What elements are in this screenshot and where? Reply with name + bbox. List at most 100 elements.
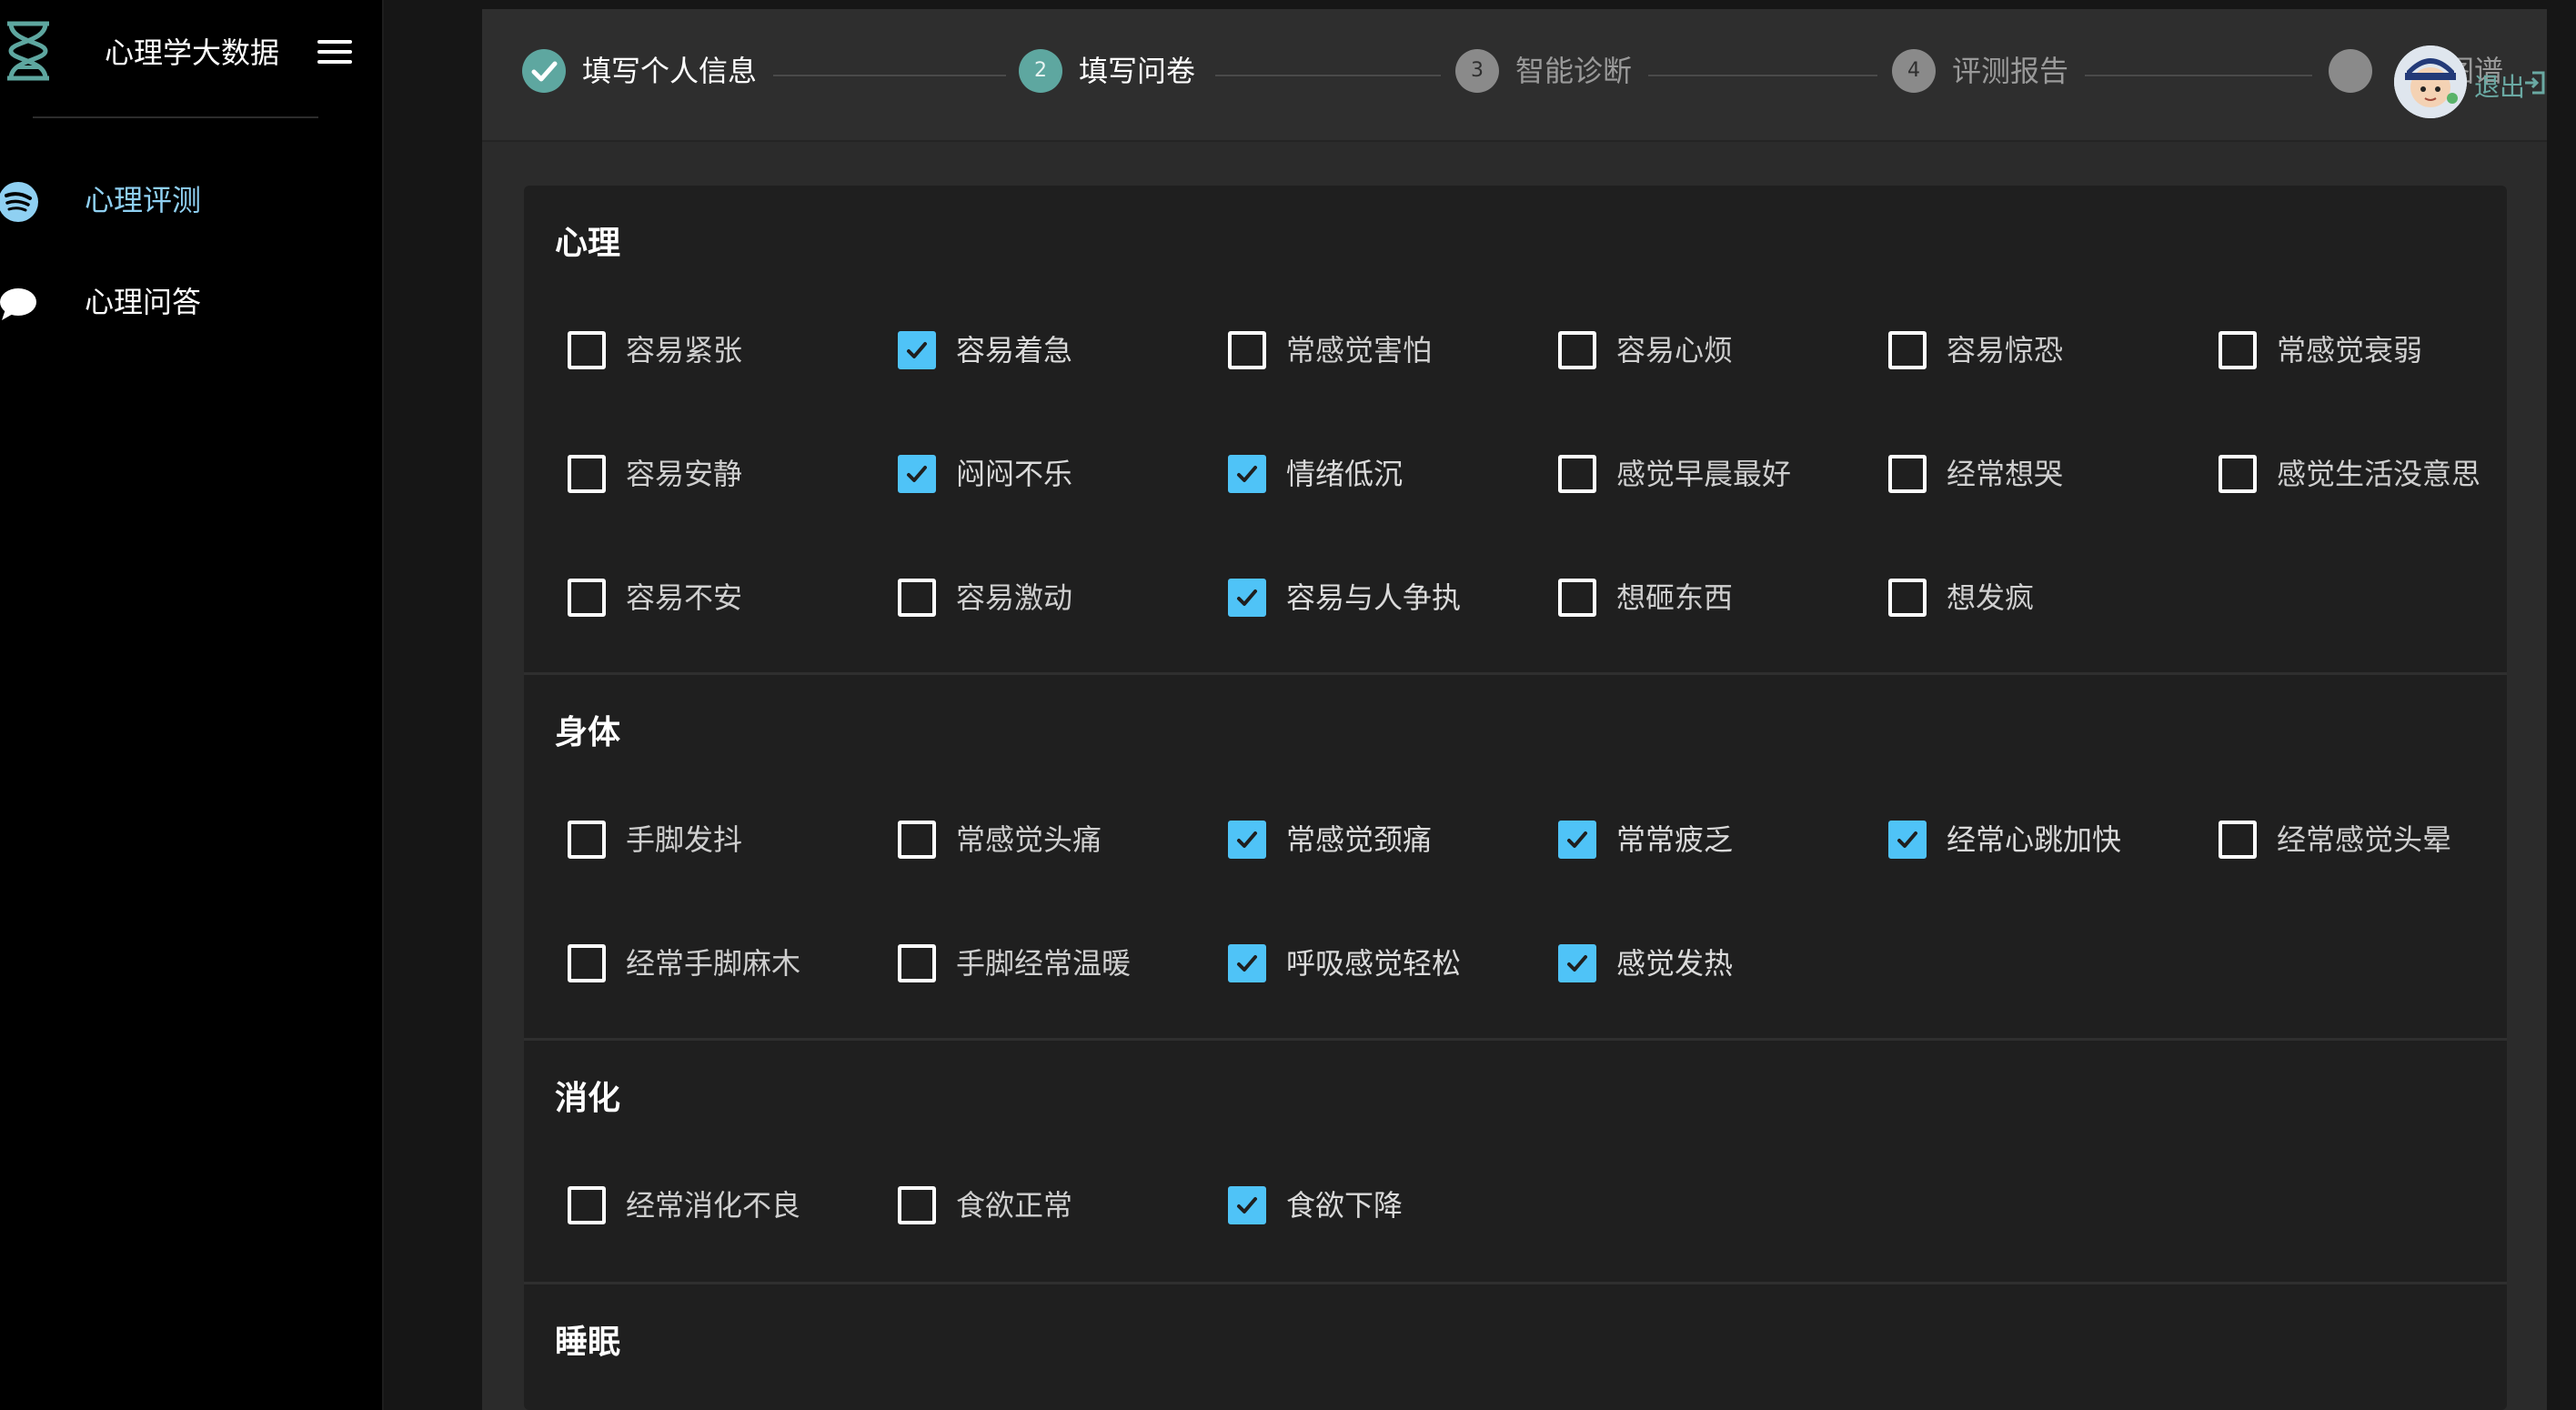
checkbox-checked[interactable]: [1558, 821, 1596, 859]
step-label: 填写个人信息: [582, 54, 758, 88]
checkbox-checked[interactable]: [898, 455, 936, 493]
dna-logo-icon: [7, 21, 49, 81]
checkbox-label: 常感觉颈痛: [1286, 822, 1433, 857]
section-body: 身体 手脚发抖 常感觉头痛 常感觉颈痛 常常疲乏 经常心跳加快 经常感觉头晕 经常手脚麻木 手…: [524, 675, 2507, 1041]
user-area: 退出: [2347, 36, 2547, 118]
checkbox-label: 闷闷不乐: [956, 457, 1073, 491]
section-psychology: 心理 容易紧张 容易着急 常感觉害怕 容易心烦 容易惊恐 常感觉衰弱 容易安静 闷闷不乐 情绪低…: [524, 186, 2507, 675]
section-title: 身体: [555, 714, 621, 751]
check-icon: [1897, 831, 1917, 848]
sidebar-item-label: 心理问答: [85, 285, 202, 319]
speech-bubble-icon: [0, 288, 36, 320]
avatar[interactable]: [2394, 45, 2467, 118]
check-icon: [907, 466, 927, 482]
checkbox-label: 感觉早晨最好: [1616, 457, 1792, 491]
checkbox-label: 容易激动: [956, 580, 1073, 615]
step-label: 填写问卷: [1079, 54, 1196, 88]
checkbox-unchecked[interactable]: [898, 579, 936, 617]
step-connector: [1648, 75, 1877, 76]
logout-icon[interactable]: [2521, 69, 2549, 96]
section-digestion: 消化 经常消化不良 食欲正常 食欲下降: [524, 1041, 2507, 1284]
checkbox-label: 容易紧张: [626, 333, 743, 368]
checkbox-label: 容易不安: [626, 580, 743, 615]
section-title: 心理: [555, 225, 621, 262]
checkbox-label: 容易心烦: [1616, 333, 1734, 368]
section-sleep: 睡眠: [524, 1284, 2507, 1410]
main-content: 填写个人信息 2 填写问卷 3 智能诊断 4 评测报告 识图谱: [482, 9, 2547, 1410]
check-icon: [1567, 831, 1587, 848]
sidebar-item-label: 心理评测: [85, 183, 202, 217]
checkbox-unchecked[interactable]: [568, 1186, 606, 1224]
checkbox-unchecked[interactable]: [1888, 331, 1927, 369]
progress-steps: 填写个人信息 2 填写问卷 3 智能诊断 4 评测报告 识图谱: [482, 9, 2547, 142]
checkbox-checked[interactable]: [1228, 944, 1266, 982]
checkbox-unchecked[interactable]: [1888, 579, 1927, 617]
checkbox-label: 常常疲乏: [1616, 822, 1734, 857]
questionnaire-card: 心理 容易紧张 容易着急 常感觉害怕 容易心烦 容易惊恐 常感觉衰弱 容易安静 闷闷不乐 情绪低…: [524, 186, 2507, 1410]
checkbox-checked[interactable]: [1228, 821, 1266, 859]
checkbox-label: 经常手脚麻木: [626, 946, 801, 981]
checkbox-checked[interactable]: [1228, 1186, 1266, 1224]
checkbox-label: 容易着急: [956, 333, 1073, 368]
check-icon: [1237, 955, 1257, 972]
sidebar: 心理学大数据 心理评测 心理问答: [0, 0, 384, 1410]
sidebar-item-psych-qa[interactable]: 心理问答: [0, 269, 384, 335]
checkbox-label: 想砸东西: [1616, 580, 1734, 615]
checkmark-icon: [522, 49, 566, 93]
logout-link[interactable]: 退出: [2474, 67, 2525, 104]
step-connector: [2085, 75, 2312, 76]
checkbox-label: 呼吸感觉轻松: [1286, 946, 1462, 981]
checkbox-unchecked[interactable]: [568, 821, 606, 859]
checkbox-checked[interactable]: [1228, 455, 1266, 493]
checkbox-label: 常感觉头痛: [956, 822, 1102, 857]
checkbox-unchecked[interactable]: [898, 821, 936, 859]
checkbox-unchecked[interactable]: [2219, 331, 2257, 369]
checkbox-unchecked[interactable]: [1558, 331, 1596, 369]
checkbox-label: 手脚发抖: [626, 822, 743, 857]
checkbox-label: 食欲正常: [956, 1188, 1073, 1223]
check-icon: [1237, 589, 1257, 606]
checkbox-unchecked[interactable]: [898, 944, 936, 982]
step-label: 评测报告: [1952, 54, 2069, 88]
checkbox-unchecked[interactable]: [568, 455, 606, 493]
sound-wave-icon: [0, 182, 38, 222]
sidebar-item-psych-assessment[interactable]: 心理评测: [0, 167, 384, 233]
step-connector: [1215, 75, 1441, 76]
section-title: 睡眠: [555, 1324, 621, 1361]
checkbox-label: 情绪低沉: [1286, 457, 1404, 491]
checkbox-label: 容易惊恐: [1947, 333, 2064, 368]
checkbox-unchecked[interactable]: [568, 944, 606, 982]
checkbox-unchecked[interactable]: [2219, 821, 2257, 859]
checkbox-unchecked[interactable]: [898, 1186, 936, 1224]
checkbox-unchecked[interactable]: [1228, 331, 1266, 369]
checkbox-unchecked[interactable]: [2219, 455, 2257, 493]
step-number: 2: [1019, 49, 1062, 93]
checkbox-checked[interactable]: [1888, 821, 1927, 859]
check-icon: [1237, 831, 1257, 848]
checkbox-unchecked[interactable]: [568, 579, 606, 617]
checkbox-unchecked[interactable]: [1558, 579, 1596, 617]
check-icon: [1567, 955, 1587, 972]
hamburger-icon: [315, 40, 355, 64]
checkbox-checked[interactable]: [1228, 579, 1266, 617]
user-avatar-icon: [2394, 45, 2467, 118]
sidebar-divider: [33, 116, 318, 118]
checkbox-unchecked[interactable]: [1558, 455, 1596, 493]
checkbox-label: 经常感觉头晕: [2277, 822, 2452, 857]
checkbox-unchecked[interactable]: [568, 331, 606, 369]
checkbox-unchecked[interactable]: [1888, 455, 1927, 493]
checkbox-label: 感觉发热: [1616, 946, 1734, 981]
checkbox-checked[interactable]: [1558, 944, 1596, 982]
section-title: 消化: [555, 1080, 621, 1117]
check-icon: [907, 342, 927, 358]
checkbox-checked[interactable]: [898, 331, 936, 369]
step-connector: [773, 75, 1006, 76]
checkbox-label: 经常心跳加快: [1947, 822, 2122, 857]
check-icon: [1237, 466, 1257, 482]
checkbox-label: 感觉生活没意思: [2277, 457, 2481, 491]
checkbox-label: 容易与人争执: [1286, 580, 1462, 615]
checkbox-label: 容易安静: [626, 457, 743, 491]
menu-toggle-button[interactable]: [315, 36, 355, 69]
checkbox-label: 想发疯: [1947, 580, 2035, 615]
step-number: 4: [1892, 49, 1936, 93]
